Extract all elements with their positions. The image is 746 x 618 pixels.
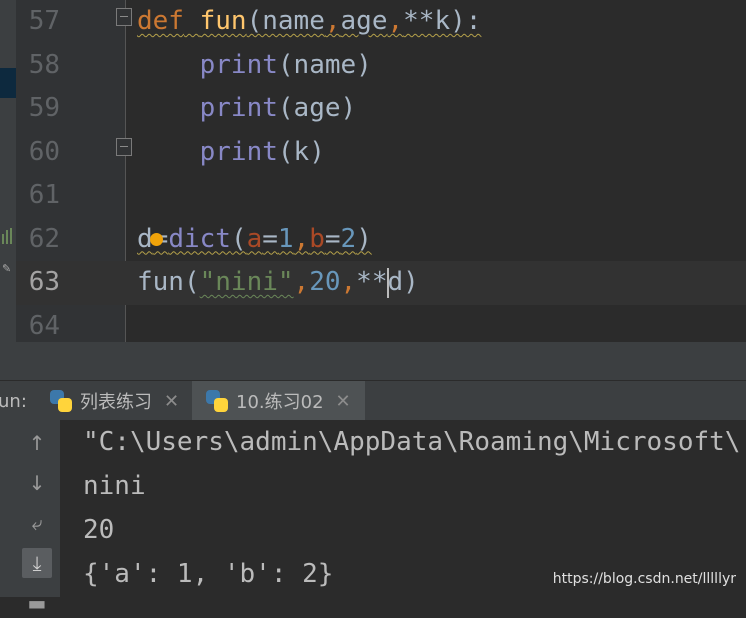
run-tool-bar: un: 列表练习 ✕ 10.练习02 ✕ <box>0 380 746 421</box>
line-number: 58 <box>28 49 60 80</box>
up-arrow-icon[interactable]: ↑ <box>22 428 52 458</box>
code-token: dict <box>168 223 231 254</box>
code-text: d=dict(a=1,b=2) <box>137 218 372 262</box>
code-token: "nini" <box>199 267 294 297</box>
code-text: def fun(name,age,**k): <box>137 0 481 44</box>
console-output-line: "C:\Users\admin\AppData\Roaming\Microsof… <box>83 427 741 457</box>
watermark: https://blog.csdn.net/lllllyr <box>552 571 736 587</box>
code-token: 20 <box>309 267 341 297</box>
code-line[interactable]: 59 print(age) <box>16 87 746 131</box>
code-token: print <box>199 93 278 123</box>
close-tab-icon[interactable]: ✕ <box>336 391 351 412</box>
code-token: 1 <box>277 223 294 254</box>
code-token: a <box>246 223 263 254</box>
code-line[interactable]: 62d=dict(a=1,b=2) <box>16 218 746 262</box>
line-number: 63 <box>28 267 60 297</box>
code-token: , <box>293 223 310 254</box>
panel-separator <box>0 342 746 380</box>
scroll-to-end-icon[interactable]: ⤓ <box>22 548 52 578</box>
line-number: 64 <box>28 310 60 341</box>
code-token: , <box>387 6 404 36</box>
python-icon <box>206 390 228 412</box>
code-token: **k): <box>403 6 482 36</box>
code-line[interactable]: 64 <box>16 305 746 343</box>
python-icon <box>50 390 72 412</box>
code-token: = <box>324 223 341 254</box>
code-token: (name) <box>277 49 372 80</box>
code-token: print <box>199 49 278 80</box>
structure-icon[interactable] <box>2 228 14 244</box>
code-token: , <box>324 6 341 36</box>
code-token: ** <box>356 267 388 297</box>
code-text: fun("nini",20,**d) <box>137 261 419 305</box>
code-line[interactable]: 61 <box>16 174 746 218</box>
code-text: print(k) <box>137 131 325 175</box>
code-token: d) <box>387 267 419 297</box>
run-console[interactable]: ↑ ↓ ⤶ ⤓ ▬ "C:\Users\admin\AppData\Roaming\Mi… <box>0 420 746 615</box>
line-number: 60 <box>28 136 60 167</box>
side-tool-strip: ✎ <box>0 0 16 342</box>
code-token: fun <box>199 6 247 36</box>
code-token: fun( <box>137 267 200 297</box>
code-text: print(name) <box>137 44 372 88</box>
code-token: (name <box>246 6 325 36</box>
code-line[interactable]: 57 def fun(name,age,**k): <box>16 0 746 44</box>
code-token: ( <box>230 223 247 254</box>
code-token: (age) <box>277 93 357 123</box>
code-token: = <box>262 223 278 254</box>
tab-list-practice[interactable]: 列表练习 ✕ <box>38 381 191 421</box>
code-editor[interactable]: ✎ 57 def fun(name,age,**k): 58 print(name)… <box>0 0 746 342</box>
code-token: ) <box>356 223 372 254</box>
tab-practice-02[interactable]: 10.练习02 ✕ <box>192 381 365 421</box>
line-number: 62 <box>28 223 60 254</box>
code-token: , <box>293 267 310 297</box>
line-number: 57 <box>28 6 60 36</box>
console-toolbar: ↑ ↓ ⤶ ⤓ ▬ <box>0 420 60 615</box>
tab-label: 列表练习 <box>80 392 152 413</box>
code-token: print <box>199 136 278 167</box>
favorites-icon[interactable]: ✎ <box>2 262 11 275</box>
intention-bulb-icon[interactable] <box>150 233 163 246</box>
console-output-line: 20 <box>83 515 115 545</box>
tab-label: 10.练习02 <box>236 392 324 413</box>
run-label: un: <box>0 391 27 412</box>
line-number: 59 <box>28 93 60 123</box>
console-output-line: nini <box>83 471 146 501</box>
close-tab-icon[interactable]: ✕ <box>164 391 179 412</box>
tool-window-marker[interactable] <box>0 68 16 98</box>
line-number: 61 <box>28 180 60 210</box>
print-icon[interactable]: ▬ <box>22 588 52 618</box>
code-text: print(age) <box>137 87 357 131</box>
code-token: , <box>340 267 357 297</box>
code-line[interactable]: 58 print(name) <box>16 44 746 88</box>
console-output-line: {'a': 1, 'b': 2} <box>83 559 334 589</box>
code-token: 2 <box>340 223 357 254</box>
code-token: def <box>137 6 184 36</box>
code-line[interactable]: 60 print(k) <box>16 131 746 175</box>
down-arrow-icon[interactable]: ↓ <box>22 468 52 498</box>
code-token: b <box>309 223 325 254</box>
code-token: (k) <box>277 136 325 167</box>
code-token: age <box>340 6 388 36</box>
soft-wrap-icon[interactable]: ⤶ <box>22 508 52 538</box>
code-line[interactable]: 63 fun("nini",20,**d) <box>16 261 746 305</box>
